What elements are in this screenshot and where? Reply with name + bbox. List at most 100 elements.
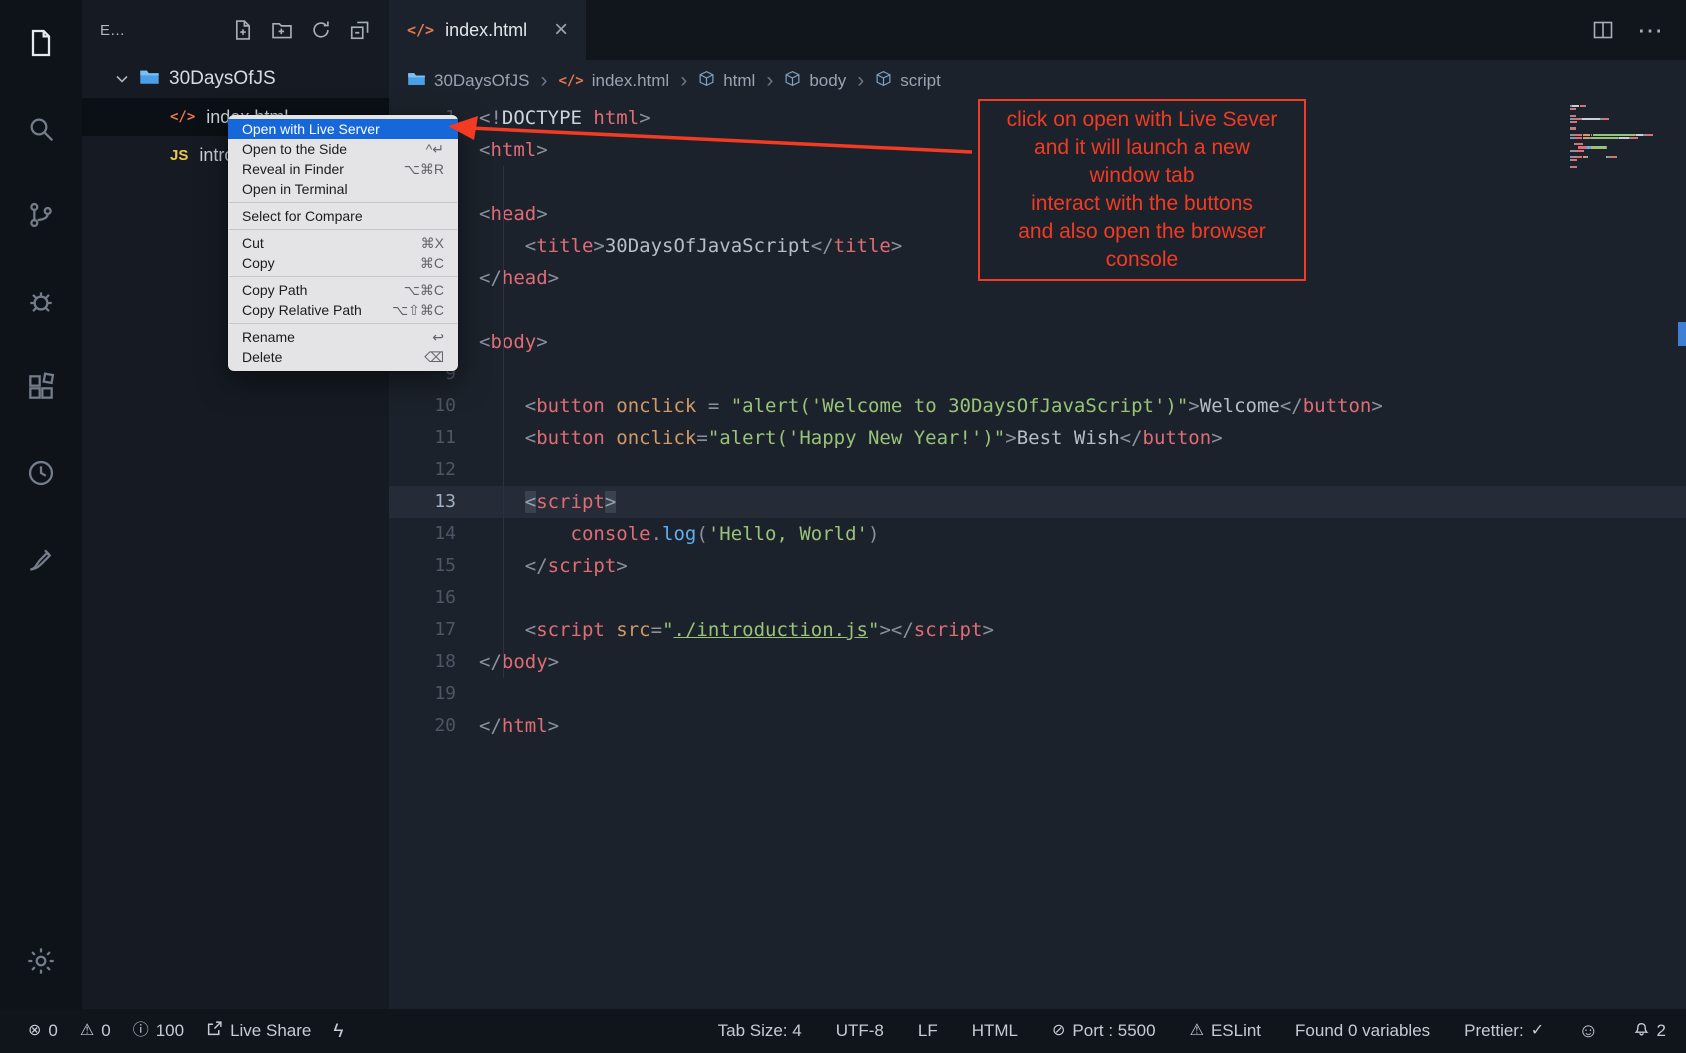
bell-icon	[1633, 1020, 1650, 1042]
breadcrumb-item-script[interactable]: script	[875, 70, 941, 92]
annotation-line: and also open the browser	[1007, 218, 1278, 246]
smiley-icon: ☺	[1578, 1021, 1598, 1041]
close-tab-icon[interactable]: ×	[554, 18, 568, 42]
breadcrumb-separator: ›	[766, 69, 773, 93]
code-line-17: 17 <script src="./introduction.js"></scr…	[389, 614, 1686, 646]
menu-shortcut: ⌥⇧⌘C	[392, 302, 444, 319]
code-line-16: 16	[389, 582, 1686, 614]
menu-item-cut[interactable]: Cut⌘X	[228, 233, 458, 253]
breadcrumb-separator: ›	[540, 69, 547, 93]
breadcrumb-separator: ›	[680, 69, 687, 93]
breadcrumb-item-body[interactable]: body	[784, 70, 846, 92]
menu-item-open-with-live-server[interactable]: Open with Live Server	[228, 119, 458, 139]
settings-gear-icon[interactable]	[0, 931, 82, 991]
annotation-line: interact with the buttons	[1007, 190, 1278, 218]
html-file-icon: </>	[170, 109, 195, 125]
port-icon: ⊘	[1052, 1023, 1065, 1039]
status-0[interactable]: ⊗0	[28, 1021, 58, 1041]
menu-item-rename[interactable]: Rename↩	[228, 327, 458, 347]
tab-label: index.html	[445, 20, 527, 41]
folder-icon	[407, 69, 426, 93]
status-port-5500[interactable]: ⊘Port : 5500	[1052, 1021, 1156, 1041]
folder-label: 30DaysOfJS	[169, 68, 276, 90]
js-file-icon: JS	[170, 147, 188, 164]
menu-item-reveal-in-finder[interactable]: Reveal in Finder⌥⌘R	[228, 159, 458, 179]
tab-bar: </> index.html × ⋯	[389, 0, 1686, 60]
indent-guide	[503, 166, 504, 678]
live-share-icon	[206, 1020, 223, 1042]
line-number: 13	[389, 486, 479, 518]
symbol-cube-icon	[784, 70, 801, 92]
menu-shortcut: ↩	[432, 329, 444, 346]
new-file-icon[interactable]	[232, 19, 254, 41]
minimap[interactable]	[1570, 105, 1670, 169]
debug-icon[interactable]	[0, 258, 82, 344]
new-folder-icon[interactable]	[271, 19, 293, 41]
menu-shortcut: ^↵	[426, 141, 444, 158]
status-utf-8[interactable]: UTF-8	[836, 1021, 884, 1041]
pen-icon[interactable]	[0, 516, 82, 602]
menu-item-copy[interactable]: Copy⌘C	[228, 253, 458, 273]
line-number: 14	[389, 518, 479, 550]
menu-item-open-to-the-side[interactable]: Open to the Side^↵	[228, 139, 458, 159]
code-line-13: 13 <script>	[389, 486, 1686, 518]
symbol-cube-icon	[875, 70, 892, 92]
line-number: 20	[389, 710, 479, 742]
line-number: 10	[389, 390, 479, 422]
menu-item-copy-path[interactable]: Copy Path⌥⌘C	[228, 280, 458, 300]
status-100[interactable]: ⓘ100	[133, 1021, 184, 1041]
menu-separator	[229, 202, 457, 203]
breadcrumb-separator: ›	[857, 69, 864, 93]
breadcrumb-item-30daysofjs[interactable]: 30DaysOfJS	[407, 69, 529, 93]
status-smiley-icon[interactable]: ☺	[1578, 1021, 1598, 1041]
split-editor-icon[interactable]	[1591, 18, 1615, 42]
line-number: 11	[389, 422, 479, 454]
status-live-share[interactable]: Live Share	[206, 1020, 311, 1042]
menu-shortcut: ⌥⌘R	[404, 161, 444, 178]
breadcrumb-item-html[interactable]: html	[698, 70, 755, 92]
html-file-icon: </>	[407, 21, 434, 39]
menu-item-open-in-terminal[interactable]: Open in Terminal	[228, 179, 458, 199]
line-number: 15	[389, 550, 479, 582]
menu-shortcut: ⌘C	[420, 255, 444, 272]
breadcrumb-item-index-html[interactable]: </>index.html	[558, 71, 669, 91]
explorer-icon[interactable]	[0, 0, 82, 86]
annotation-line: window tab	[1007, 162, 1278, 190]
status-eslint[interactable]: ⚠ESLint	[1190, 1021, 1261, 1041]
status-lf[interactable]: LF	[918, 1021, 938, 1041]
refresh-icon[interactable]	[310, 19, 332, 41]
history-icon[interactable]	[0, 430, 82, 516]
extensions-icon[interactable]	[0, 344, 82, 430]
tab-index-html[interactable]: </> index.html ×	[389, 0, 586, 60]
info-icon: ⓘ	[133, 1023, 149, 1039]
menu-item-copy-relative-path[interactable]: Copy Relative Path⌥⇧⌘C	[228, 300, 458, 320]
collapse-all-icon[interactable]	[349, 19, 371, 41]
symbol-cube-icon	[698, 70, 715, 92]
explorer-header: E…	[82, 0, 389, 60]
folder-icon	[139, 66, 160, 93]
code-line-12: 12	[389, 454, 1686, 486]
status-2[interactable]: 2	[1633, 1020, 1666, 1042]
menu-separator	[229, 276, 457, 277]
html-file-icon: </>	[558, 73, 583, 89]
menu-item-select-for-compare[interactable]: Select for Compare	[228, 206, 458, 226]
code-line-7: 7	[389, 294, 1686, 326]
code-line-8: 8<body>	[389, 326, 1686, 358]
search-icon[interactable]	[0, 86, 82, 172]
folder-row-30daysofjs[interactable]: 30DaysOfJS	[82, 60, 389, 98]
annotation-line: click on open with Live Sever	[1007, 106, 1278, 134]
status-0[interactable]: ⚠0	[80, 1021, 111, 1041]
context-menu: Open with Live ServerOpen to the Side^↵R…	[228, 115, 458, 371]
status-prettier[interactable]: Prettier:✓	[1464, 1021, 1544, 1041]
menu-item-delete[interactable]: Delete⌫	[228, 347, 458, 367]
menu-shortcut: ⌘X	[421, 235, 444, 252]
activity-bar	[0, 0, 82, 1009]
annotation-line: and it will launch a new	[1007, 134, 1278, 162]
more-actions-icon[interactable]: ⋯	[1637, 15, 1664, 46]
status-html[interactable]: HTML	[972, 1021, 1018, 1041]
status-lightning-icon[interactable]: ϟ	[333, 1022, 343, 1041]
menu-shortcut: ⌥⌘C	[404, 282, 444, 299]
source-control-icon[interactable]	[0, 172, 82, 258]
status-tab-size-4[interactable]: Tab Size: 4	[718, 1021, 802, 1041]
status-found-0-variables[interactable]: Found 0 variables	[1295, 1021, 1430, 1041]
